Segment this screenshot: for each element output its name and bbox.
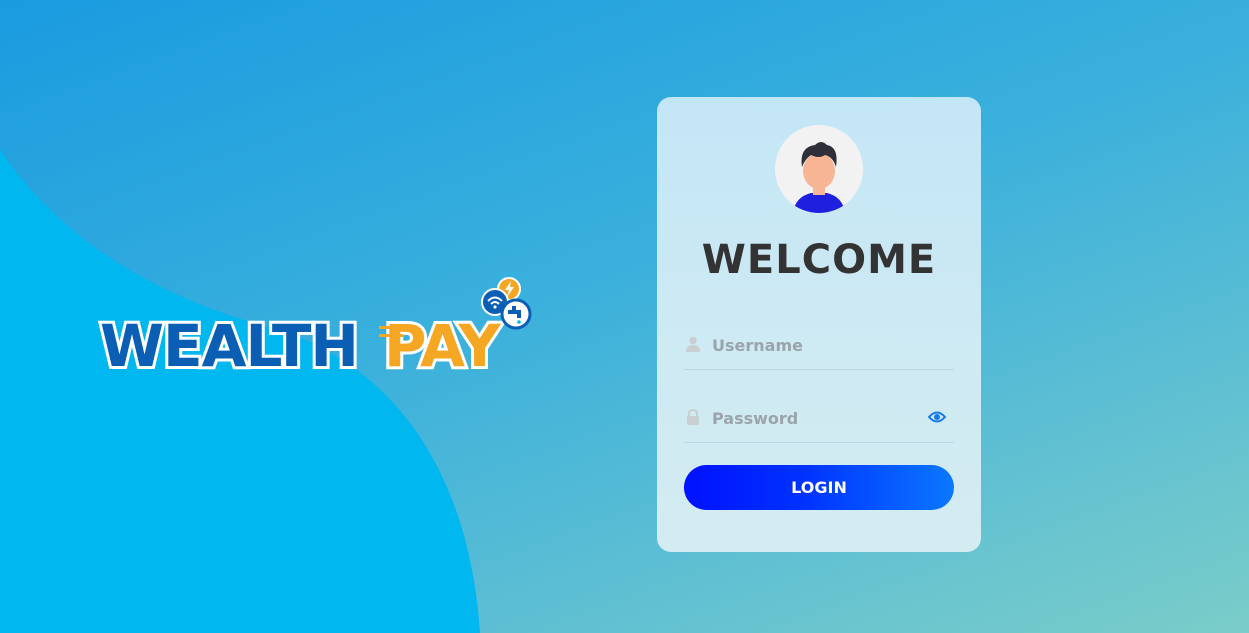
logo-graphic: WEALTH PAY [97, 277, 532, 383]
login-card: WELCOME LOGIN [657, 97, 981, 552]
login-button[interactable]: LOGIN [684, 465, 954, 510]
eye-icon[interactable] [928, 410, 946, 424]
welcome-title: WELCOME [701, 237, 937, 283]
logo-text-primary: WEALTH [100, 312, 358, 376]
password-input[interactable] [712, 405, 922, 431]
user-icon [686, 336, 700, 352]
faucet-icon [500, 298, 532, 330]
lock-icon [687, 409, 699, 425]
username-input[interactable] [712, 332, 922, 358]
password-field [684, 399, 954, 443]
user-avatar-icon [775, 125, 863, 213]
username-field [684, 326, 954, 370]
brand-logo: WEALTH PAY [96, 276, 538, 383]
login-page: WEALTH PAY WELCOME Username LOGIN [0, 0, 1249, 633]
peso-line-icon [379, 326, 403, 329]
logo-text-accent: PAY [384, 312, 502, 376]
